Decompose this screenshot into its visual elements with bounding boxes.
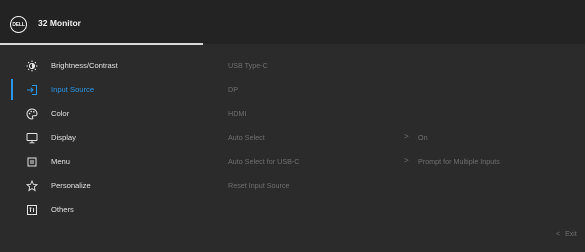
chevron-right-icon: > (404, 156, 409, 165)
sidebar-item-menu[interactable]: Menu (0, 150, 205, 174)
osd-header: DELL 32 Monitor (0, 0, 585, 45)
chevron-right-icon: > (404, 132, 409, 141)
input-source-icon (26, 84, 38, 96)
chevron-left-icon: < (556, 231, 561, 238)
active-indicator (11, 79, 13, 100)
option-label: Auto Select for USB-C (228, 157, 300, 166)
menu-icon (26, 156, 38, 168)
sidebar-item-label: Brightness/Contrast (51, 61, 118, 70)
option-label: Reset Input Source (228, 181, 290, 190)
sidebar-item-brightness-contrast[interactable]: Brightness/Contrast (0, 54, 205, 78)
option-hdmi[interactable]: HDMI (228, 102, 558, 126)
option-label: USB Type-C (228, 61, 268, 70)
sidebar-item-label: Personalize (51, 181, 91, 190)
sidebar-item-color[interactable]: Color (0, 102, 205, 126)
exit-button[interactable]: < Exit (556, 231, 577, 238)
header-underline (0, 43, 203, 45)
sidebar-item-label: Color (51, 109, 70, 118)
sidebar-item-personalize[interactable]: Personalize (0, 174, 205, 198)
sidebar-item-label: Others (51, 205, 74, 214)
display-icon (26, 132, 38, 144)
star-icon (26, 180, 38, 192)
sidebar-item-label: Display (51, 133, 76, 142)
option-auto-select[interactable]: Auto Select > On (228, 126, 558, 150)
option-reset-input-source[interactable]: Reset Input Source (228, 174, 558, 198)
monitor-title: 32 Monitor (38, 18, 81, 28)
exit-label: Exit (565, 231, 577, 238)
sidebar-item-label: Menu (51, 157, 70, 166)
option-dp[interactable]: DP (228, 78, 558, 102)
option-usb-type-c[interactable]: USB Type-C (228, 54, 558, 78)
option-value: Prompt for Multiple Inputs (418, 157, 500, 166)
option-value: On (418, 133, 428, 142)
sidebar-item-input-source[interactable]: Input Source (0, 78, 205, 102)
option-label: Auto Select (228, 133, 265, 142)
brightness-icon (26, 60, 38, 72)
option-auto-select-usb-c[interactable]: Auto Select for USB-C > Prompt for Multi… (228, 150, 558, 174)
sidebar-item-display[interactable]: Display (0, 126, 205, 150)
sidebar-item-label: Input Source (51, 85, 95, 94)
sidebar-item-others[interactable]: Others (0, 198, 205, 222)
dell-logo: DELL (10, 16, 27, 33)
others-icon (26, 204, 38, 216)
option-label: DP (228, 85, 238, 94)
option-label: HDMI (228, 109, 247, 118)
color-palette-icon (26, 108, 38, 120)
